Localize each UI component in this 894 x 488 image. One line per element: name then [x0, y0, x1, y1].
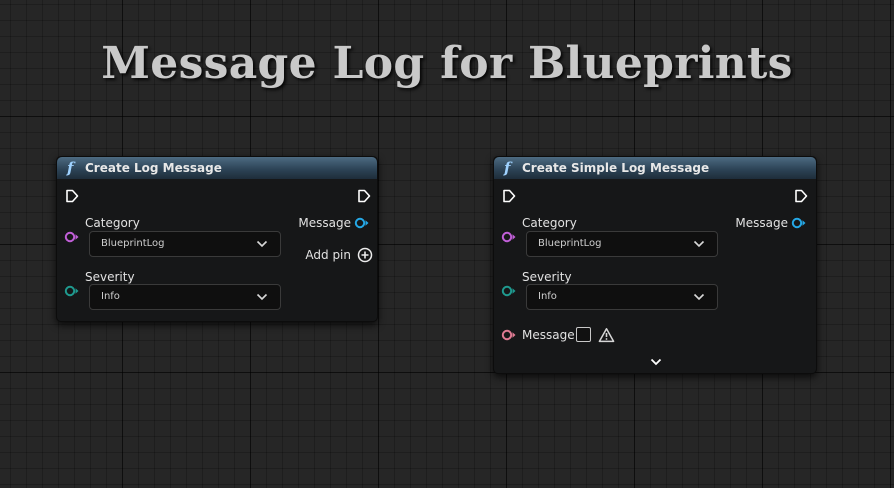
function-icon: f — [67, 159, 74, 177]
severity-dropdown[interactable]: Info — [526, 284, 718, 310]
category-dropdown[interactable]: BlueprintLog — [89, 231, 281, 257]
create-log-message-node[interactable]: f Create Log Message Category BlueprintL… — [56, 156, 378, 322]
severity-input-pin[interactable] — [501, 285, 517, 297]
message-checkbox[interactable] — [576, 327, 591, 342]
message-output-pin[interactable] — [354, 217, 370, 229]
severity-label: Severity — [85, 270, 135, 284]
node-title: Create Log Message — [85, 161, 222, 175]
exec-in-pin[interactable] — [502, 189, 516, 203]
create-simple-log-message-node[interactable]: f Create Simple Log Message Category Blu… — [493, 156, 817, 374]
message-output-label: Message — [735, 216, 788, 230]
node-title: Create Simple Log Message — [522, 161, 710, 175]
exec-in-pin[interactable] — [65, 189, 79, 203]
category-label: Category — [522, 216, 577, 230]
severity-value: Info — [538, 291, 557, 302]
chevron-down-icon — [693, 240, 705, 248]
severity-value: Info — [101, 291, 120, 302]
page-title: Message Log for Blueprints — [101, 38, 793, 89]
category-value: BlueprintLog — [101, 238, 165, 249]
message-input-pin[interactable] — [501, 329, 517, 341]
severity-dropdown[interactable]: Info — [89, 284, 281, 310]
add-pin-label[interactable]: Add pin — [305, 248, 351, 262]
severity-input-pin[interactable] — [64, 285, 80, 297]
chevron-down-icon — [693, 293, 705, 301]
chevron-down-icon — [256, 293, 268, 301]
message-output-pin[interactable] — [791, 217, 807, 229]
node-header[interactable]: f Create Log Message — [57, 157, 377, 179]
chevron-down-icon[interactable] — [650, 357, 662, 367]
category-dropdown[interactable]: BlueprintLog — [526, 231, 718, 257]
exec-out-pin[interactable] — [794, 189, 808, 203]
warning-icon — [598, 328, 615, 343]
category-input-pin[interactable] — [64, 231, 80, 243]
node-header[interactable]: f Create Simple Log Message — [494, 157, 816, 179]
category-value: BlueprintLog — [538, 238, 602, 249]
exec-out-pin[interactable] — [357, 189, 371, 203]
category-input-pin[interactable] — [501, 231, 517, 243]
plus-circle-icon[interactable] — [357, 247, 373, 263]
category-label: Category — [85, 216, 140, 230]
message-output-label: Message — [298, 216, 351, 230]
chevron-down-icon — [256, 240, 268, 248]
severity-label: Severity — [522, 270, 572, 284]
function-icon: f — [504, 159, 511, 177]
message-input-label: Message — [522, 328, 575, 342]
